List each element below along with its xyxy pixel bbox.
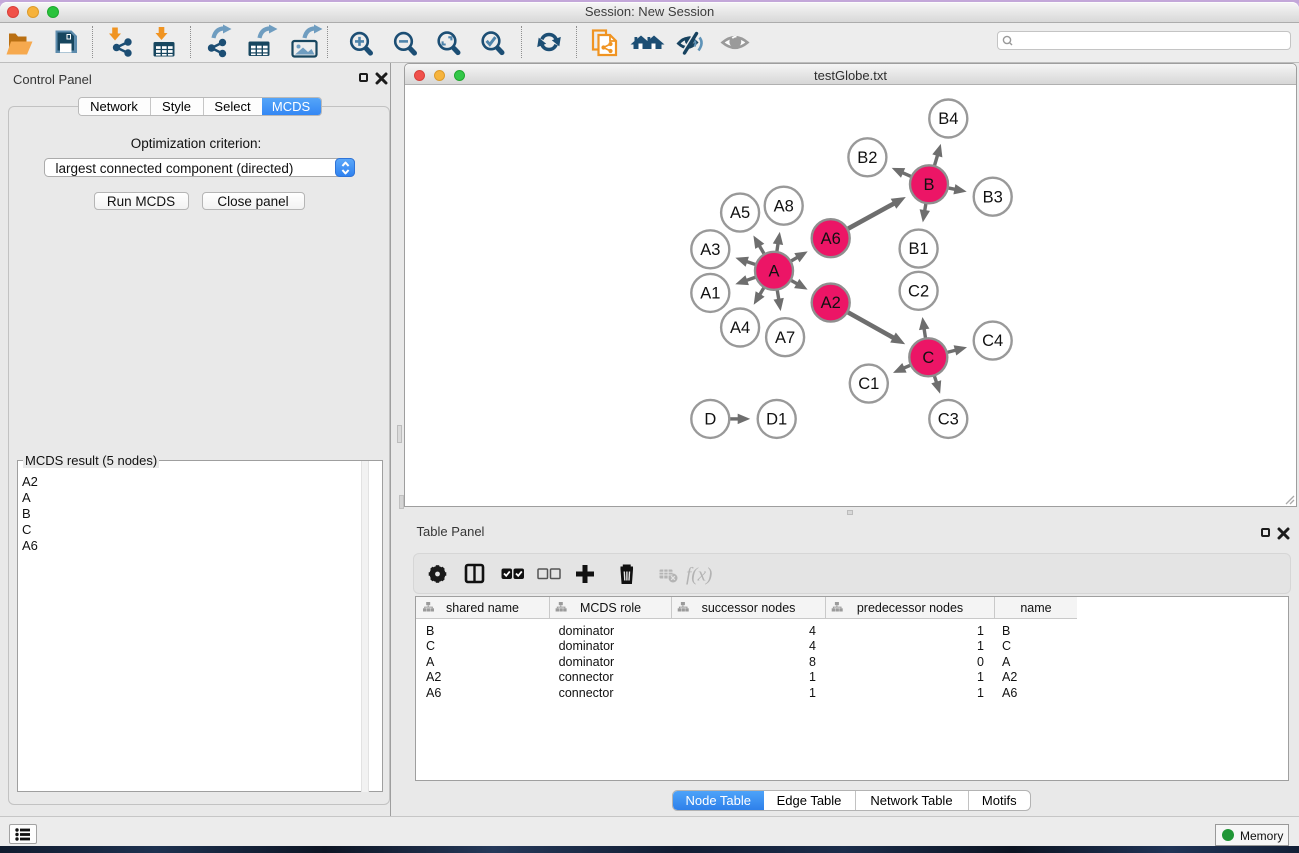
svg-text:A2: A2 (821, 294, 841, 312)
svg-text:A7: A7 (775, 329, 795, 347)
svg-text:B4: B4 (938, 110, 958, 128)
svg-text:A3: A3 (700, 241, 720, 259)
svg-text:C1: C1 (858, 375, 879, 393)
svg-text:C: C (922, 349, 934, 367)
svg-text:D: D (704, 411, 716, 429)
svg-text:B2: B2 (857, 149, 877, 167)
svg-text:B3: B3 (983, 188, 1003, 206)
svg-text:f(x): f(x) (686, 564, 712, 585)
svg-text:C2: C2 (908, 282, 929, 300)
svg-text:B: B (923, 176, 934, 194)
svg-text:B1: B1 (909, 240, 929, 258)
svg-text:A8: A8 (774, 197, 794, 215)
svg-text:A5: A5 (730, 204, 750, 222)
svg-text:A: A (768, 262, 779, 280)
svg-text:D1: D1 (766, 411, 787, 429)
svg-text:C3: C3 (938, 411, 959, 429)
svg-text:A6: A6 (821, 230, 841, 248)
svg-text:A1: A1 (700, 285, 720, 303)
svg-text:A4: A4 (730, 319, 750, 337)
svg-text:C4: C4 (982, 332, 1003, 350)
